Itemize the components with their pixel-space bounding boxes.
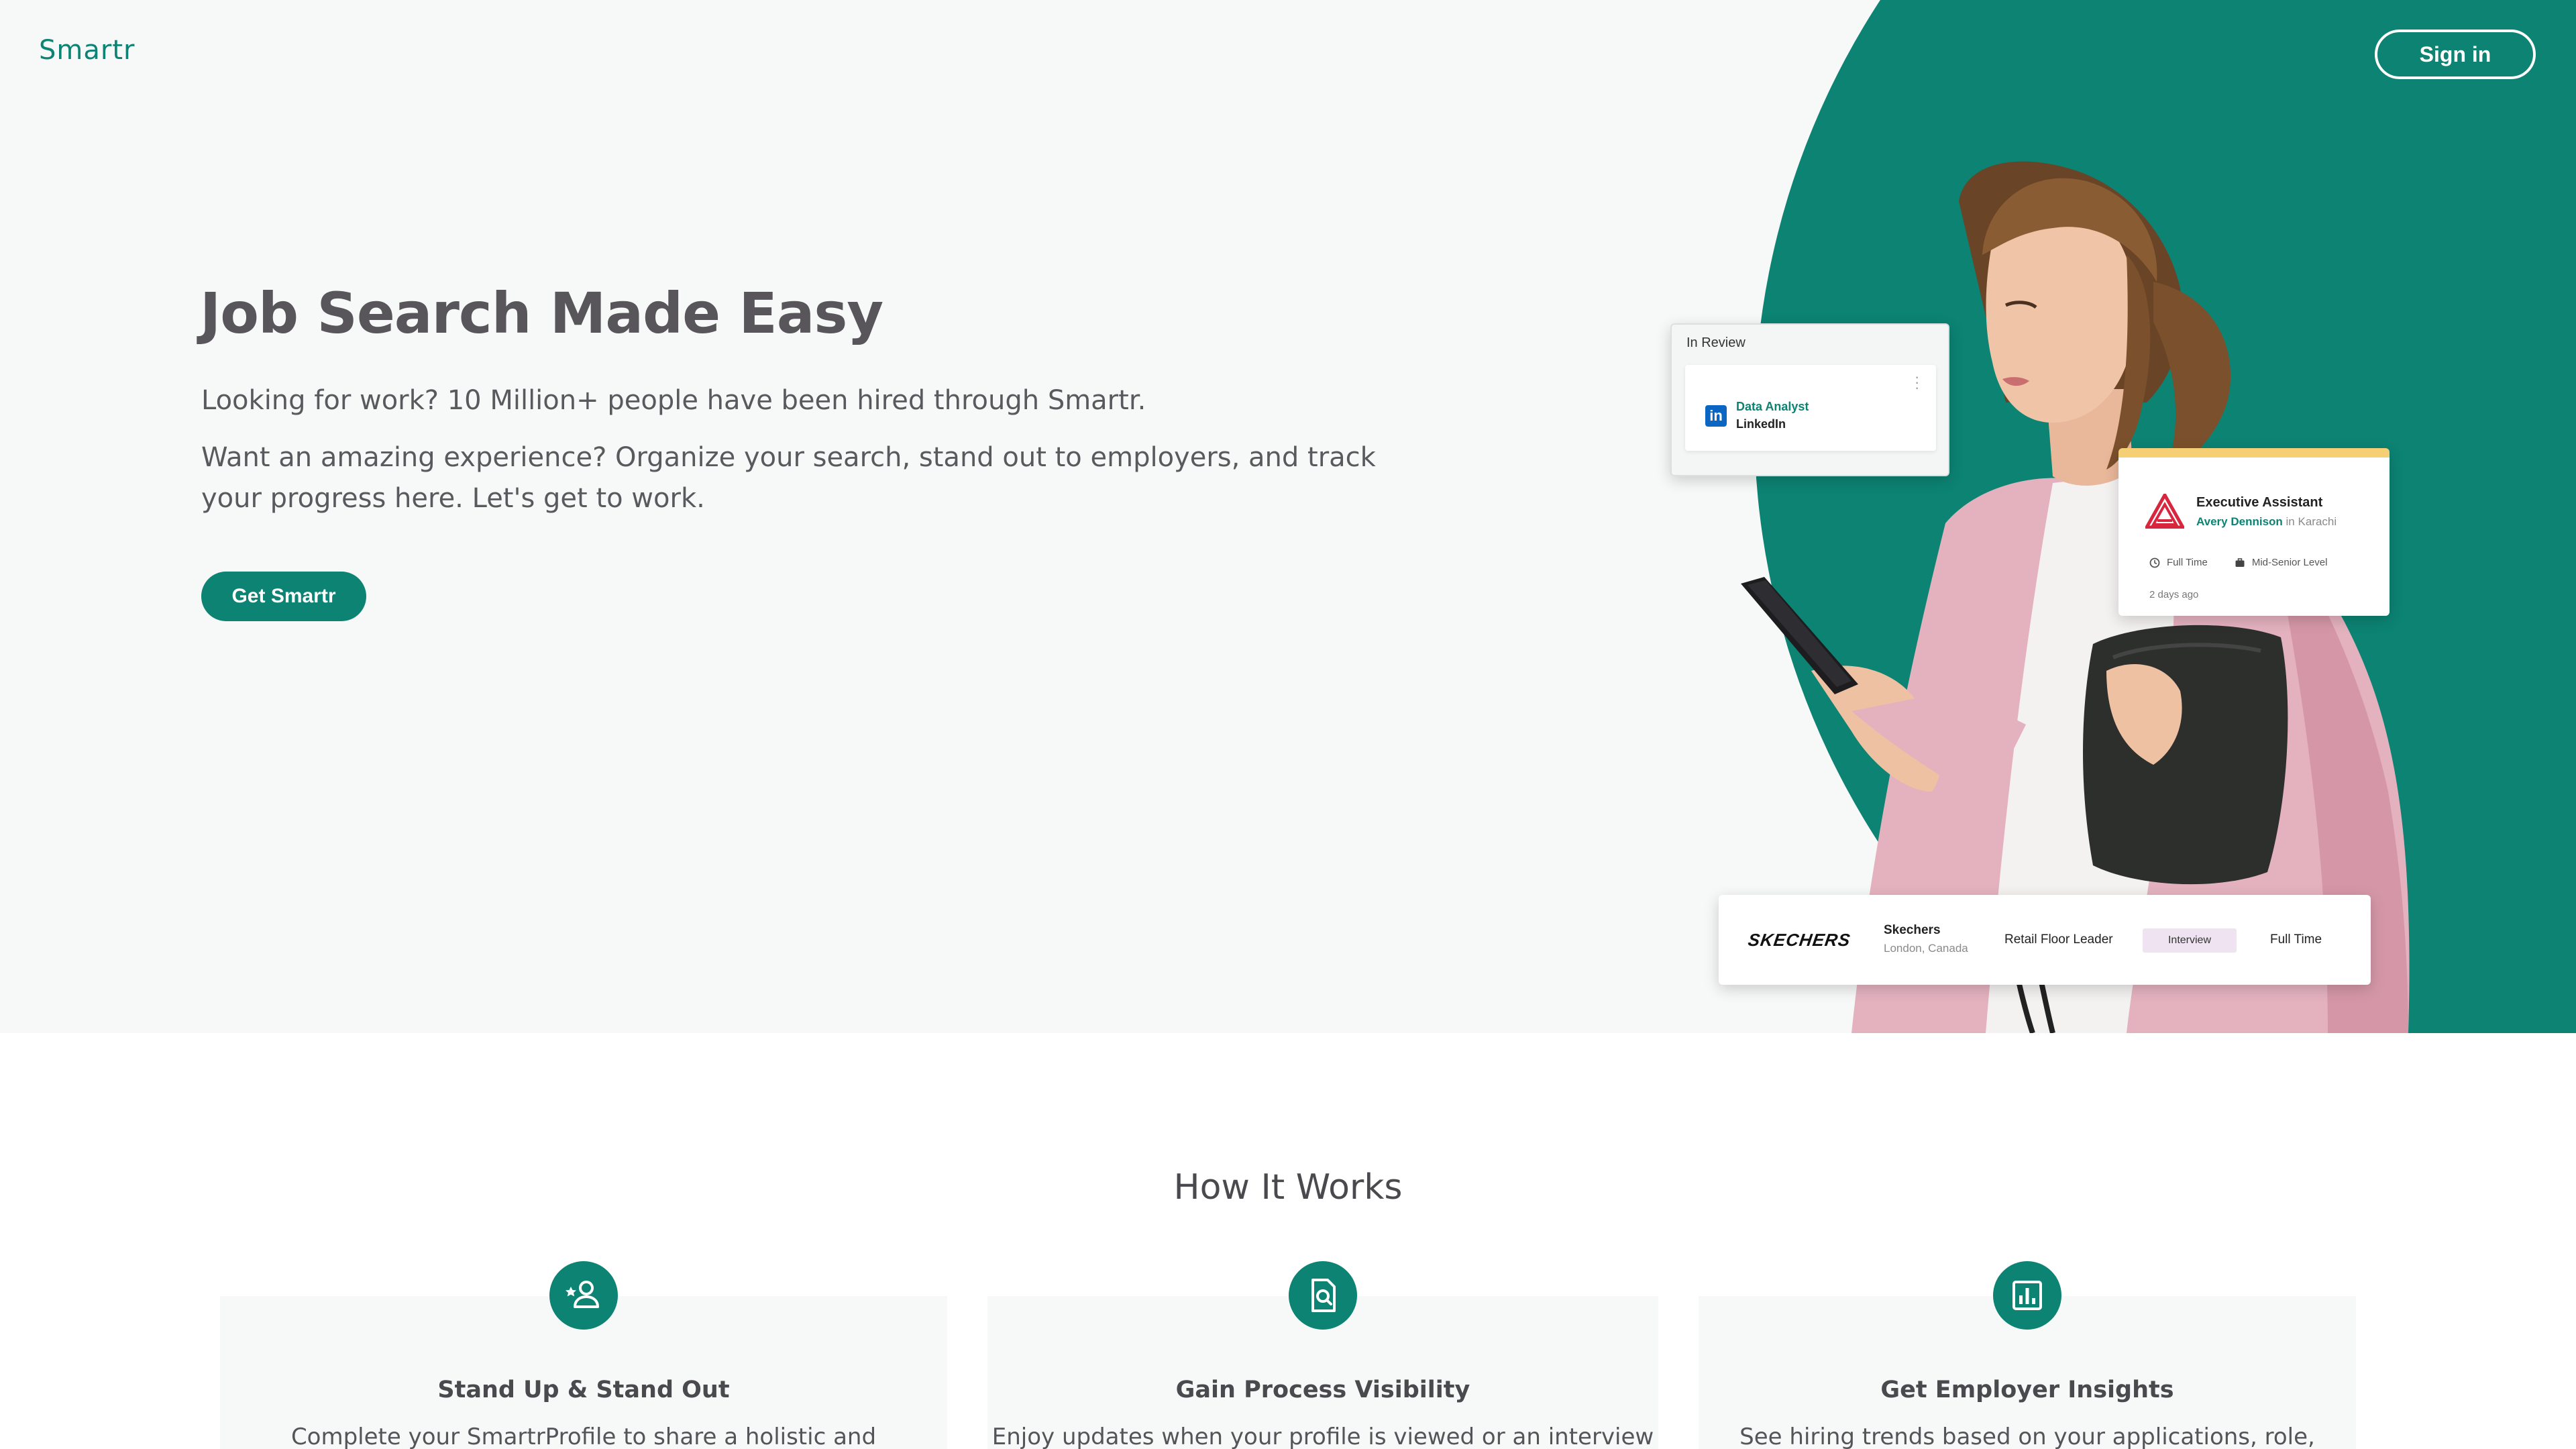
review-status-label: In Review [1686,335,1746,350]
exec-location: Karachi [2298,515,2337,528]
exec-employment-type: Full Time [2149,557,2208,568]
clock-icon [2149,557,2160,568]
hero-subtitle: Looking for work? 10 Million+ people hav… [201,385,1146,416]
skechers-logo: SKECHERS [1746,930,1852,950]
exec-job-title: Executive Assistant [2196,495,2323,510]
exec-employer: Avery Dennison [2196,515,2283,528]
document-search-icon [1289,1261,1357,1330]
exec-job-employer-line: Avery Dennison in Karachi [2196,515,2337,529]
exec-job-meta: Full Time Mid-Senior Level [2149,557,2327,568]
feature-title-process-visibility: Gain Process Visibility [1175,1377,1470,1403]
review-job-item: in Data Analyst LinkedIn · · · [1685,365,1936,451]
bar-chart-icon [1993,1261,2061,1330]
interview-status-badge: Interview [2143,928,2237,953]
hero-title: Job Search Made Easy [200,280,883,346]
how-it-works-title: How It Works [1173,1167,1403,1208]
review-job-company: LinkedIn [1736,417,1786,431]
smartr-logo[interactable]: Smartr [39,35,135,66]
more-options-icon: · · · [1915,368,1920,396]
skechers-company-name: Skechers [1884,923,1941,937]
exec-level: Mid-Senior Level [2235,557,2328,568]
feature-desc-stand-out: Complete your SmartrProfile to share a h… [290,1424,877,1449]
feature-title-employer-insights: Get Employer Insights [1880,1377,2174,1403]
exec-posted-time: 2 days ago [2149,589,2199,600]
hero-section: Smartr Sign in Job Search Made Easy Look… [0,0,2576,1033]
skechers-location: London, Canada [1884,942,1968,955]
skechers-employment-type: Full Time [2270,932,2322,947]
feature-title-stand-out: Stand Up & Stand Out [437,1377,730,1403]
in-review-card: In Review in Data Analyst LinkedIn · · · [1670,323,1949,476]
person-star-icon [549,1261,618,1330]
exec-employment-type-label: Full Time [2167,557,2208,568]
avery-dennison-logo-icon [2145,494,2184,529]
skechers-role: Retail Floor Leader [2004,932,2113,947]
skechers-application-card: SKECHERS Skechers London, Canada Retail … [1719,895,2371,985]
briefcase-icon [2235,557,2245,567]
hero-body: Want an amazing experience? Organize you… [201,442,1376,514]
get-smartr-button[interactable]: Get Smartr [201,572,366,621]
sign-in-button[interactable]: Sign in [2375,30,2536,79]
exec-location-prefix: in [2286,515,2295,528]
review-job-role: Data Analyst [1736,400,1809,413]
feature-desc-process-visibility: Enjoy updates when your profile is viewe… [991,1424,1654,1449]
executive-assistant-card: Executive Assistant Avery Dennison in Ka… [2118,448,2390,616]
feature-desc-employer-insights: See hiring trends based on your applicat… [1739,1424,2315,1449]
linkedin-icon: in [1705,405,1727,427]
exec-level-label: Mid-Senior Level [2251,557,2328,568]
